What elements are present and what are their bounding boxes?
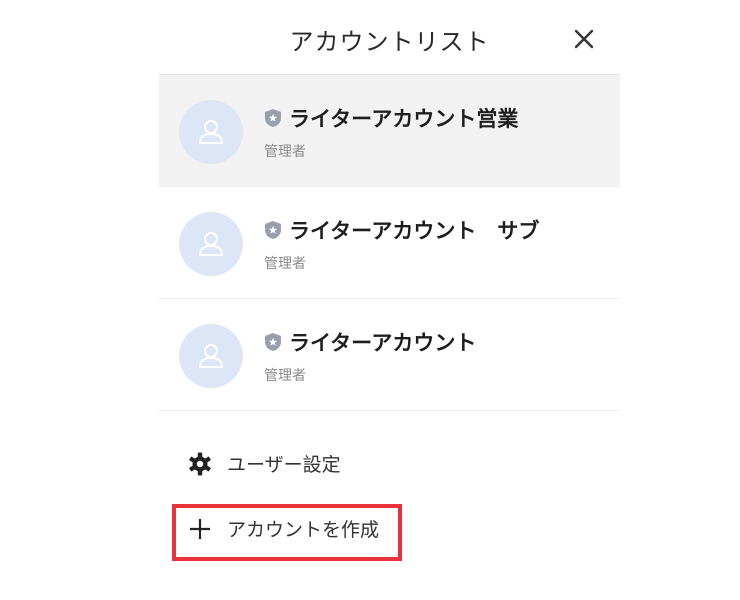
account-name: ライターアカウント [289,331,477,355]
account-name-row: ライターアカウント サブ [264,215,539,245]
create-account-label: アカウントを作成 [227,519,380,541]
account-role: 管理者 [264,144,306,160]
account-name: ライターアカウント サブ [289,219,540,243]
plus-icon [190,518,210,539]
account-item[interactable]: ライターアカウント営業 管理者 [159,75,620,187]
account-role: 管理者 [264,368,306,384]
gear-icon [189,452,211,475]
panel-header: アカウントリスト [159,0,620,75]
account-list-panel: アカウントリスト ライターアカウント営業 管理者 ライターアカウント サブ 管理… [159,0,620,600]
account-name: ライターアカウント営業 [289,107,519,131]
shield-icon [265,221,281,239]
account-role: 管理者 [264,256,306,272]
page-title: アカウントリスト [289,28,490,56]
user-settings-label: ユーザー設定 [227,454,341,476]
avatar [179,212,243,276]
account-name-row: ライターアカウント [264,327,476,357]
close-button[interactable] [569,24,599,54]
account-item[interactable]: ライターアカウント サブ 管理者 [159,187,620,299]
user-icon [199,344,223,368]
shield-icon [265,109,281,127]
create-account-button[interactable]: アカウントを作成 [187,515,379,555]
avatar [179,324,243,388]
account-name-row: ライターアカウント営業 [264,103,518,133]
user-settings-button[interactable]: ユーザー設定 [187,450,341,490]
close-icon [574,29,594,49]
account-item[interactable]: ライターアカウント 管理者 [159,299,620,411]
shield-icon [265,333,281,351]
avatar [179,100,243,164]
user-icon [199,120,223,144]
user-icon [199,232,223,256]
